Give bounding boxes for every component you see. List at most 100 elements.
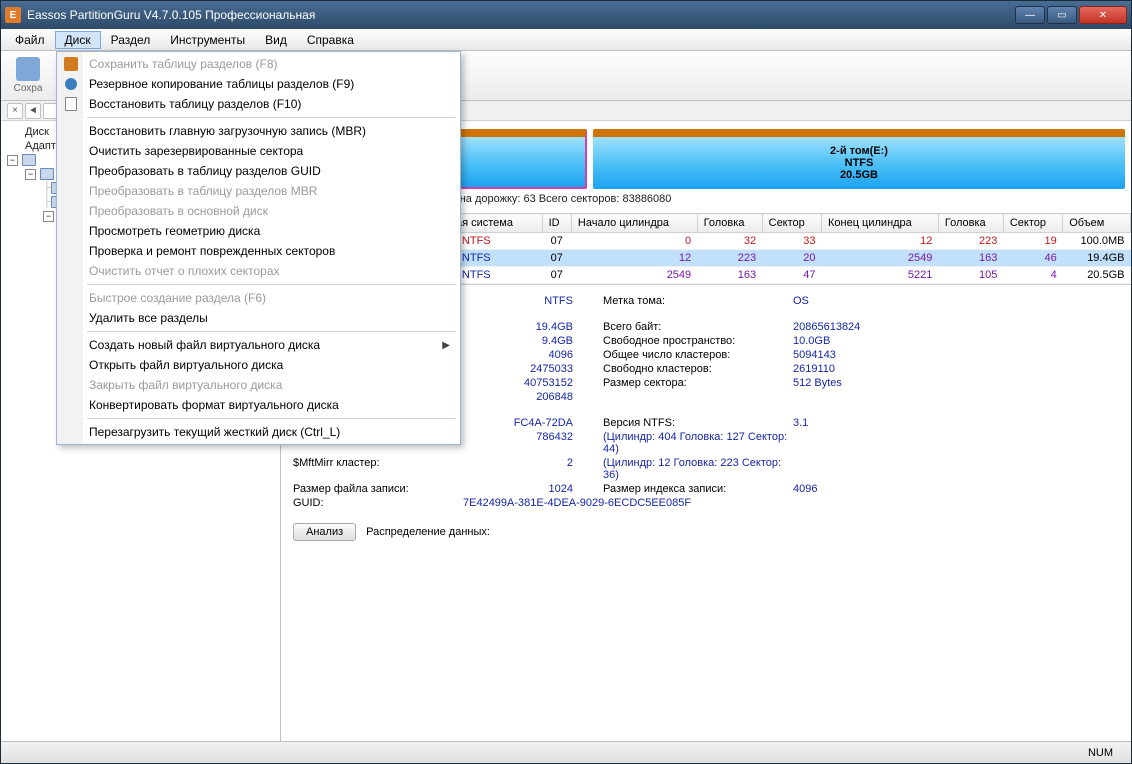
menu-help[interactable]: Справка — [297, 31, 364, 49]
maximize-button[interactable]: ▭ — [1047, 6, 1077, 24]
analysis-label: Распределение данных: — [366, 526, 490, 538]
detail-mft-val: 786432 — [463, 431, 603, 455]
menu-item[interactable]: Преобразовать в таблицу разделов GUID — [59, 161, 458, 181]
menu-item[interactable]: Перезагрузить текущий жесткий диск (Ctrl… — [59, 422, 458, 442]
detail-mft-loc: (Цилиндр: 404 Головка: 127 Сектор: 44) — [603, 431, 793, 455]
menu-item-label: Очистить отчет о плохих секторах — [89, 264, 280, 278]
menu-item[interactable]: Просмотреть геометрию диска — [59, 221, 458, 241]
partition-title: 2-й том(E:) — [830, 145, 888, 157]
disk-menu-dropdown: Сохранить таблицу разделов (F8) Резервное… — [56, 51, 461, 445]
tree-toggle-icon[interactable]: − — [25, 169, 36, 180]
status-num: NUM — [1088, 747, 1113, 759]
menu-item: Преобразовать в таблицу разделов MBR — [59, 181, 458, 201]
window-title: Eassos PartitionGuru V4.7.0.105 Професси… — [27, 8, 1015, 22]
col-start-cyl[interactable]: Начало цилиндра — [571, 214, 697, 233]
detail-ntfsver-lbl: Версия NTFS: — [603, 417, 793, 429]
menu-item-label: Конвертировать формат виртуального диска — [89, 398, 339, 412]
menu-item-label: Проверка и ремонт поврежденных секторов — [89, 244, 335, 258]
menu-item[interactable]: Восстановить таблицу разделов (F10) — [59, 94, 458, 114]
menu-item-label: Просмотреть геометрию диска — [89, 224, 260, 238]
toolbar-save[interactable]: Сохра — [7, 57, 49, 94]
detail-free-lbl: Свободное пространство: — [603, 335, 793, 347]
close-button[interactable]: ✕ — [1079, 6, 1127, 24]
menu-item-label: Резервное копирование таблицы разделов (… — [89, 77, 354, 91]
menu-tools[interactable]: Инструменты — [160, 31, 255, 49]
menu-item-label: Преобразовать в основной диск — [89, 204, 268, 218]
detail-label-val: OS — [793, 295, 1119, 307]
drive-icon — [22, 154, 36, 166]
col-end-head[interactable]: Головка — [938, 214, 1003, 233]
detail-freeclust-lbl: Свободно кластеров: — [603, 363, 793, 375]
menu-partition[interactable]: Раздел — [101, 31, 161, 49]
detail-mftmirr-loc: (Цилиндр: 12 Головка: 223 Сектор: 36) — [603, 457, 793, 481]
analysis-button[interactable]: Анализ — [293, 523, 356, 541]
menu-item: Очистить отчет о плохих секторах — [59, 261, 458, 281]
doc-icon — [63, 96, 79, 112]
detail-mftmirr-lbl: $MftMirr кластер: — [293, 457, 463, 481]
close-panel-button[interactable]: × — [7, 103, 23, 119]
minimize-button[interactable]: — — [1015, 6, 1045, 24]
col-start-head[interactable]: Головка — [697, 214, 762, 233]
partition-size: 20.5GB — [840, 169, 878, 181]
menu-item-label: Создать новый файл виртуального диска — [89, 338, 320, 352]
menu-item[interactable]: Восстановить главную загрузочную запись … — [59, 121, 458, 141]
detail-sectorsize-val: 512 Bytes — [793, 377, 1119, 389]
col-start-sector[interactable]: Сектор — [762, 214, 821, 233]
menu-separator — [87, 117, 456, 118]
col-id[interactable]: ID — [542, 214, 571, 233]
drive-icon — [40, 168, 54, 180]
menu-item[interactable]: Проверка и ремонт поврежденных секторов — [59, 241, 458, 261]
detail-r3c1: 4096 — [463, 349, 603, 361]
menu-separator — [87, 331, 456, 332]
menu-separator — [87, 418, 456, 419]
save-icon — [16, 57, 40, 81]
detail-recsize-val: 1024 — [463, 483, 603, 495]
detail-tvo-val: 19.4GB — [463, 321, 603, 333]
detail-guid-val: 7E42499A-381E-4DEA-9029-6ECDC5EE085F — [463, 497, 1119, 509]
statusbar: NUM — [1, 741, 1131, 763]
window-controls: — ▭ ✕ — [1015, 6, 1127, 24]
menu-item-label: Преобразовать в таблицу разделов MBR — [89, 184, 317, 198]
menu-item-label: Восстановить главную загрузочную запись … — [89, 124, 366, 138]
detail-r4c1: 2475033 — [463, 363, 603, 375]
menu-item-label: Сохранить таблицу разделов (F8) — [89, 57, 278, 71]
menu-separator — [87, 284, 456, 285]
menu-item: Преобразовать в основной диск — [59, 201, 458, 221]
tree-toggle-icon[interactable]: − — [43, 211, 54, 222]
detail-recsize-lbl: Размер файла записи: — [293, 483, 463, 495]
app-icon: E — [5, 7, 21, 23]
tree-toggle-icon[interactable]: − — [7, 155, 18, 166]
detail-sectorsize-lbl: Размер сектора: — [603, 377, 793, 389]
detail-label-lbl: Метка тома: — [603, 295, 793, 307]
detail-r2c1: 9.4GB — [463, 335, 603, 347]
save-icon — [63, 56, 79, 72]
detail-mftmirr-val: 2 — [463, 457, 603, 481]
detail-startsector-val: 206848 — [463, 391, 603, 403]
db-icon — [63, 76, 79, 92]
menu-item[interactable]: Резервное копирование таблицы разделов (… — [59, 74, 458, 94]
detail-r5c1: 40753152 — [463, 377, 603, 389]
menu-item[interactable]: Конвертировать формат виртуального диска — [59, 395, 458, 415]
app-window: E Eassos PartitionGuru V4.7.0.105 Профес… — [0, 0, 1132, 764]
menu-item[interactable]: Очистить зарезервированные сектора — [59, 141, 458, 161]
menu-item-label: Очистить зарезервированные сектора — [89, 144, 303, 158]
detail-guid-lbl: GUID: — [293, 497, 463, 509]
menu-item-label: Удалить все разделы — [89, 311, 208, 325]
submenu-arrow-icon: ▶ — [442, 340, 450, 351]
back-button[interactable]: ◄ — [25, 103, 41, 119]
detail-bytes-val: 20865613824 — [793, 321, 1119, 333]
detail-freeclust-val: 2619110 — [793, 363, 1119, 375]
menu-item[interactable]: Удалить все разделы — [59, 308, 458, 328]
menu-item[interactable]: Создать новый файл виртуального диска ▶ — [59, 335, 458, 355]
menu-item[interactable]: Открыть файл виртуального диска — [59, 355, 458, 375]
menu-item: Закрыть файл виртуального диска — [59, 375, 458, 395]
menu-disk[interactable]: Диск — [55, 31, 101, 49]
col-end-sector[interactable]: Сектор — [1003, 214, 1062, 233]
partition-box-2[interactable]: 2-й том(E:) NTFS 20.5GB — [593, 129, 1125, 189]
col-size[interactable]: Объем — [1063, 214, 1131, 233]
detail-fs: NTFS — [463, 295, 603, 307]
col-end-cyl[interactable]: Конец цилиндра — [821, 214, 938, 233]
detail-clusters-lbl: Общее число кластеров: — [603, 349, 793, 361]
menu-view[interactable]: Вид — [255, 31, 297, 49]
menu-file[interactable]: Файл — [5, 31, 55, 49]
